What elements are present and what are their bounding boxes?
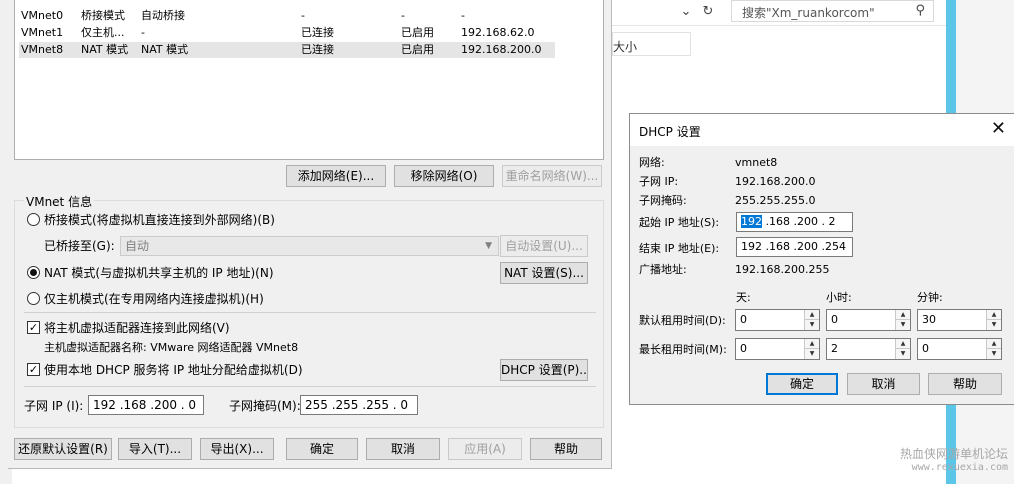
bridge-mode-radio[interactable] xyxy=(27,213,40,226)
list-item[interactable]: VMnet0 桥接模式 自动桥接 - - - xyxy=(19,8,555,24)
end-ip-field[interactable]: 192 .168 .200 .254 xyxy=(736,237,853,257)
close-icon[interactable]: ✕ xyxy=(991,118,1006,140)
remove-network-button[interactable]: 移除网络(O) xyxy=(394,165,494,187)
virtual-network-editor-dialog: VMnet0 桥接模式 自动桥接 - - - VMnet1 仅主机... - 已连接 已启用 192… xyxy=(8,0,612,469)
dhcp-cancel-button[interactable]: 取消 xyxy=(847,373,920,395)
nat-settings-button[interactable]: NAT 设置(S)... xyxy=(500,262,588,284)
vmnet-info-title: VMnet 信息 xyxy=(24,193,95,210)
spin-down-icon[interactable]: ▼ xyxy=(804,349,819,359)
default-lease-minutes-stepper[interactable]: 30 ▲ ▼ xyxy=(917,309,1002,331)
spin-down-icon[interactable]: ▼ xyxy=(804,320,819,330)
max-lease-hours-stepper[interactable]: 2 ▲ ▼ xyxy=(826,338,911,360)
hours-header: 小时: xyxy=(826,291,852,304)
subnet-ip-field[interactable]: 192 .168 .200 . 0 xyxy=(88,395,204,415)
divider xyxy=(24,386,596,387)
start-ip-field[interactable]: 192 .168 .200 . 2 xyxy=(736,212,853,232)
nat-mode-radio[interactable] xyxy=(27,266,40,279)
spin-up-icon[interactable]: ▲ xyxy=(895,339,910,349)
spin-down-icon[interactable]: ▼ xyxy=(986,349,1001,359)
bridge-mode-label[interactable]: 桥接模式(将虚拟机直接连接到外部网络)(B) xyxy=(44,212,275,228)
help-button[interactable]: 帮助 xyxy=(530,438,602,460)
list-item-selected[interactable]: VMnet8 NAT 模式 NAT 模式 已连接 已启用 192.168.200.0 xyxy=(19,42,555,58)
dialog-titlebar: DHCP 设置 ✕ xyxy=(630,114,1014,146)
dhcp-settings-dialog: DHCP 设置 ✕ 网络: vmnet8 子网 IP: 192.168.200.… xyxy=(629,113,1014,405)
default-lease-days-stepper[interactable]: 0 ▲ ▼ xyxy=(735,309,820,331)
spin-up-icon[interactable]: ▲ xyxy=(986,339,1001,349)
subnet-ip-label: 子网 IP: xyxy=(639,175,679,188)
start-ip-label: 起始 IP 地址(S): xyxy=(639,216,720,229)
export-button[interactable]: 导出(X)... xyxy=(200,438,274,460)
apply-button[interactable]: 应用(A) xyxy=(448,438,522,460)
host-only-radio[interactable] xyxy=(27,292,40,305)
import-button[interactable]: 导入(T)... xyxy=(118,438,192,460)
vmnet-list[interactable]: VMnet0 桥接模式 自动桥接 - - - VMnet1 仅主机... - 已连接 已启用 192… xyxy=(14,0,604,160)
broadcast-value: 192.168.200.255 xyxy=(735,263,830,276)
chevron-down-icon[interactable]: ⌄ xyxy=(676,2,696,22)
spin-up-icon[interactable]: ▲ xyxy=(986,310,1001,320)
default-lease-hours-stepper[interactable]: 0 ▲ ▼ xyxy=(826,309,911,331)
spin-down-icon[interactable]: ▼ xyxy=(895,349,910,359)
network-label: 网络: xyxy=(639,156,665,169)
max-lease-label: 最长租用时间(M): xyxy=(639,343,727,356)
dialog-title: DHCP 设置 xyxy=(639,125,701,139)
bridged-to-select[interactable]: 自动 ▼ xyxy=(120,236,499,256)
spin-up-icon[interactable]: ▲ xyxy=(895,310,910,320)
subnet-mask-value: 255.255.255.0 xyxy=(735,194,816,207)
add-network-button[interactable]: 添加网络(E)... xyxy=(286,165,386,187)
search-icon[interactable]: ⚲ xyxy=(915,3,925,18)
explorer-search-input[interactable]: 搜索"Xm_ruankorcom" ⚲ xyxy=(731,0,934,22)
minutes-header: 分钟: xyxy=(917,291,943,304)
max-lease-minutes-stepper[interactable]: 0 ▲ ▼ xyxy=(917,338,1002,360)
end-ip-label: 结束 IP 地址(E): xyxy=(639,242,720,255)
days-header: 天: xyxy=(736,291,751,304)
restore-defaults-button[interactable]: 还原默认设置(R) xyxy=(14,438,112,460)
default-lease-label: 默认租用时间(D): xyxy=(639,314,726,327)
max-lease-days-stepper[interactable]: 0 ▲ ▼ xyxy=(735,338,820,360)
chevron-down-icon: ▼ xyxy=(485,241,492,251)
subnet-ip-label: 子网 IP (I): xyxy=(24,399,84,413)
adapter-name-text: 主机虚拟适配器名称: VMware 网络适配器 VMnet8 xyxy=(44,341,299,354)
cancel-button[interactable]: 取消 xyxy=(366,438,440,460)
connect-adapter-label[interactable]: 将主机虚拟适配器连接到此网络(V) xyxy=(44,320,230,336)
spin-up-icon[interactable]: ▲ xyxy=(804,339,819,349)
site-watermark: 热血侠网游单机论坛 www.rexuexia.com xyxy=(899,447,1008,473)
network-value: vmnet8 xyxy=(735,156,778,169)
search-placeholder: 搜索"Xm_ruankorcom" xyxy=(742,6,875,20)
subnet-mask-label: 子网掩码: xyxy=(639,194,687,207)
use-dhcp-label[interactable]: 使用本地 DHCP 服务将 IP 地址分配给虚拟机(D) xyxy=(44,362,303,378)
divider xyxy=(24,312,596,313)
ok-button[interactable]: 确定 xyxy=(286,438,358,460)
broadcast-label: 广播地址: xyxy=(639,263,687,276)
dhcp-settings-button[interactable]: DHCP 设置(P)... xyxy=(500,359,588,381)
spin-down-icon[interactable]: ▼ xyxy=(895,320,910,330)
subnet-mask-field[interactable]: 255 .255 .255 . 0 xyxy=(300,395,418,415)
host-only-label[interactable]: 仅主机模式(在专用网络内连接虚拟机)(H) xyxy=(44,291,264,307)
spin-up-icon[interactable]: ▲ xyxy=(804,310,819,320)
subnet-mask-label: 子网掩码(M): xyxy=(229,399,301,413)
auto-settings-button[interactable]: 自动设置(U)... xyxy=(500,235,588,257)
dhcp-help-button[interactable]: 帮助 xyxy=(928,373,1002,395)
connect-adapter-checkbox[interactable]: ✓ xyxy=(27,321,40,334)
bridged-to-label: 已桥接至(G): xyxy=(44,239,115,253)
nat-mode-label[interactable]: NAT 模式(与虚拟机共享主机的 IP 地址)(N) xyxy=(44,265,274,281)
refresh-icon[interactable]: ↻ xyxy=(698,2,718,22)
use-dhcp-checkbox[interactable]: ✓ xyxy=(27,363,40,376)
rename-network-button[interactable]: 重命名网络(W)... xyxy=(502,165,602,187)
column-header-size[interactable]: 大小 xyxy=(612,32,691,56)
subnet-ip-value: 192.168.200.0 xyxy=(735,175,816,188)
spin-down-icon[interactable]: ▼ xyxy=(986,320,1001,330)
dhcp-ok-button[interactable]: 确定 xyxy=(766,373,838,395)
list-item[interactable]: VMnet1 仅主机... - 已连接 已启用 192.168.62.0 xyxy=(19,25,555,41)
